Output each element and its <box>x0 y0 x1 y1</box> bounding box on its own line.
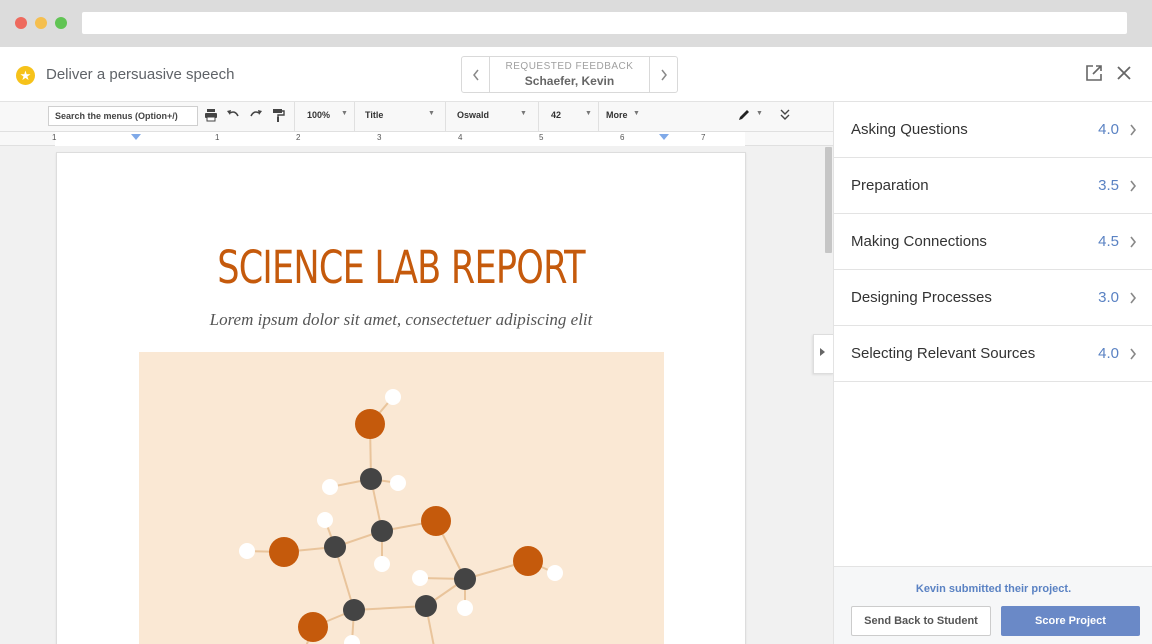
collapse-panel-toggle[interactable] <box>813 334 833 374</box>
rubric-panel: Asking Questions 4.0 Preparation 3.5 Mak… <box>833 102 1152 644</box>
feedback-label: REQUESTED FEEDBACK <box>505 61 634 72</box>
redo-icon <box>250 110 262 117</box>
editing-mode-button[interactable] <box>737 108 753 124</box>
ruler-number: 3 <box>377 133 382 142</box>
ruler-track <box>55 132 745 146</box>
ruler-number: 7 <box>701 133 706 142</box>
caret-down-icon: ▼ <box>428 110 435 117</box>
student-name: Schaefer, Kevin <box>524 74 615 88</box>
collapse-toolbar-icon <box>780 109 790 120</box>
window-zoom-button[interactable] <box>55 17 67 29</box>
caret-right-icon <box>820 348 825 356</box>
paint-format-icon <box>273 109 285 122</box>
previous-student-button[interactable] <box>462 57 490 92</box>
rubric-item-score: 4.5 <box>1098 233 1119 250</box>
document-subtitle: Lorem ipsum dolor sit amet, consectetuer… <box>209 310 593 329</box>
next-student-button[interactable] <box>649 57 677 92</box>
feedback-navigator: REQUESTED FEEDBACK Schaefer, Kevin <box>461 56 678 93</box>
score-project-button[interactable]: Score Project <box>1001 606 1140 636</box>
ruler-number: 1 <box>52 133 57 142</box>
star-icon: ★ <box>16 66 35 85</box>
window-close-button[interactable] <box>15 17 27 29</box>
ruler: 1 1 2 3 4 5 6 7 <box>0 132 833 146</box>
ruler-number: 1 <box>215 133 220 142</box>
caret-down-icon: ▼ <box>756 110 763 117</box>
rubric-item-label: Asking Questions <box>851 121 968 138</box>
chevron-right-icon <box>660 69 667 81</box>
panel-footer: Kevin submitted their project. Send Back… <box>834 566 1152 644</box>
chevron-right-icon <box>1130 236 1137 248</box>
close-icon <box>1117 66 1131 80</box>
chevron-right-icon <box>1130 348 1137 360</box>
rubric-item-score: 4.0 <box>1098 121 1119 138</box>
chevron-left-icon <box>472 69 479 81</box>
zoom-select[interactable]: 100% <box>307 110 330 120</box>
close-button[interactable] <box>1115 64 1135 84</box>
document-scrollbar-thumb[interactable] <box>825 147 832 253</box>
rubric-item-label: Selecting Relevant Sources <box>851 345 1036 362</box>
rubric-item-label: Designing Processes <box>851 289 992 306</box>
font-select[interactable]: Oswald <box>457 110 489 120</box>
editor-toolbar: Search the menus (Option+/) 100% ▼ Title… <box>0 102 833 132</box>
left-indent-marker[interactable] <box>131 134 141 140</box>
chevron-right-icon <box>1130 292 1137 304</box>
font-size-select[interactable]: 42 <box>551 110 561 120</box>
undo-button[interactable] <box>226 108 242 124</box>
more-menu[interactable]: More <box>606 110 628 120</box>
submission-status: Kevin submitted their project. <box>915 583 1072 595</box>
open-external-button[interactable] <box>1085 64 1105 84</box>
rubric-item-preparation[interactable]: Preparation 3.5 <box>834 158 1152 214</box>
ruler-number: 5 <box>539 133 544 142</box>
rubric-item-asking-questions[interactable]: Asking Questions 4.0 <box>834 102 1152 158</box>
window-minimize-button[interactable] <box>35 17 47 29</box>
pencil-icon <box>739 110 749 120</box>
print-icon <box>205 109 217 122</box>
molecule-illustration <box>139 352 664 644</box>
caret-down-icon: ▼ <box>520 110 527 117</box>
rubric-item-score: 3.5 <box>1098 177 1119 194</box>
ruler-number: 6 <box>620 133 625 142</box>
undo-icon <box>227 110 239 117</box>
caret-down-icon: ▼ <box>633 110 640 117</box>
rubric-item-making-connections[interactable]: Making Connections 4.5 <box>834 214 1152 270</box>
ruler-number: 2 <box>296 133 301 142</box>
redo-button[interactable] <box>249 108 265 124</box>
open-external-icon <box>1086 65 1102 81</box>
document-title: SCIENCE LAB REPORT <box>217 241 585 294</box>
chevron-right-icon <box>1130 180 1137 192</box>
address-bar[interactable] <box>82 12 1127 34</box>
document-editor: Search the menus (Option+/) 100% ▼ Title… <box>0 102 833 644</box>
toolbar-separator <box>294 102 295 132</box>
chevron-right-icon <box>1130 124 1137 136</box>
collapse-toolbar-button[interactable] <box>778 108 794 124</box>
style-select[interactable]: Title <box>365 110 383 120</box>
document-page[interactable]: SCIENCE LAB REPORT Lorem ipsum dolor sit… <box>56 152 746 644</box>
print-button[interactable] <box>204 108 220 124</box>
molecule-icon <box>239 389 563 644</box>
toolbar-separator <box>354 102 355 132</box>
rubric-item-label: Preparation <box>851 177 929 194</box>
rubric-item-designing-processes[interactable]: Designing Processes 3.0 <box>834 270 1152 326</box>
rubric-item-label: Making Connections <box>851 233 987 250</box>
ruler-number: 4 <box>458 133 463 142</box>
toolbar-separator <box>445 102 446 132</box>
assignment-title: Deliver a persuasive speech <box>46 66 235 83</box>
browser-chrome <box>0 0 1152 47</box>
paint-format-button[interactable] <box>271 108 287 124</box>
rubric-item-score: 4.0 <box>1098 345 1119 362</box>
caret-down-icon: ▼ <box>341 110 348 117</box>
menu-search-input[interactable]: Search the menus (Option+/) <box>48 106 198 126</box>
rubric-item-selecting-relevant-sources[interactable]: Selecting Relevant Sources 4.0 <box>834 326 1152 382</box>
rubric-item-score: 3.0 <box>1098 289 1119 306</box>
right-indent-marker[interactable] <box>659 134 669 140</box>
send-back-button[interactable]: Send Back to Student <box>851 606 991 636</box>
caret-down-icon: ▼ <box>585 110 592 117</box>
toolbar-separator <box>538 102 539 132</box>
toolbar-separator <box>598 102 599 132</box>
app-header: ★ Deliver a persuasive speech REQUESTED … <box>0 47 1152 102</box>
